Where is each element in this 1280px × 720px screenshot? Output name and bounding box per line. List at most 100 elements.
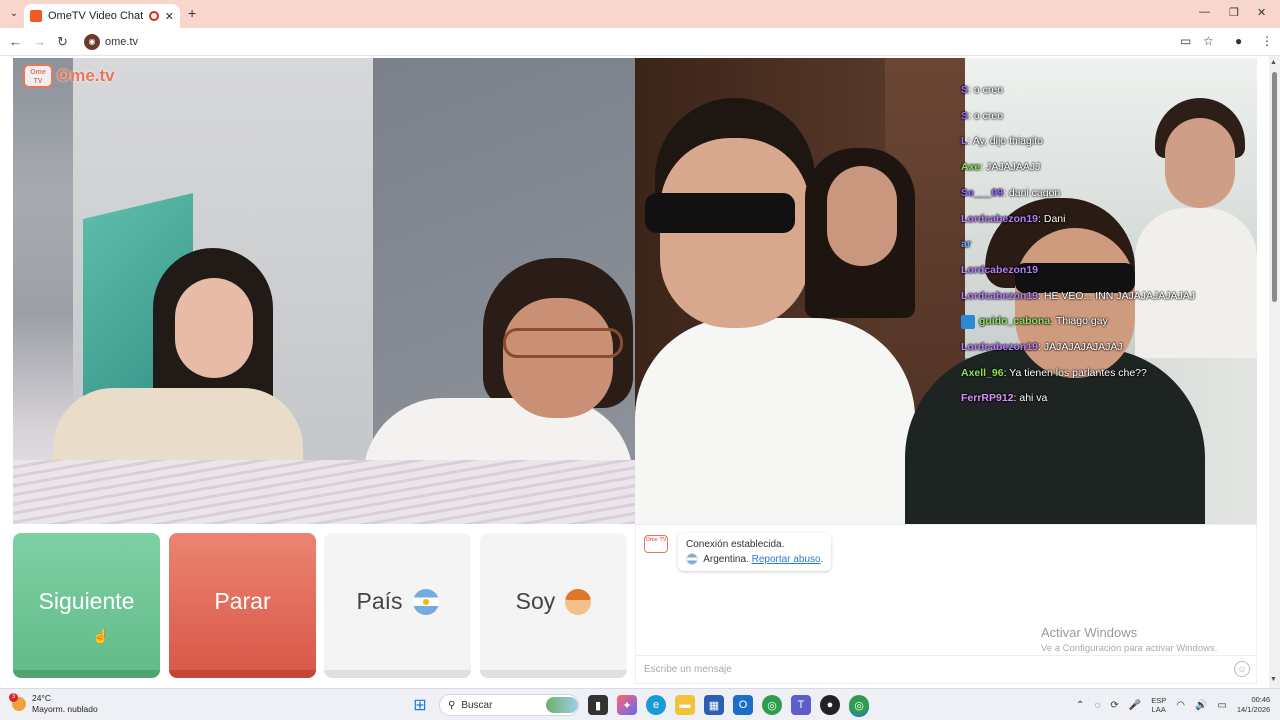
mic-icon[interactable]: 🎤 xyxy=(1129,700,1141,711)
wifi-icon[interactable]: ◠ xyxy=(1176,700,1185,711)
weather-icon: 3 xyxy=(9,693,26,711)
scroll-up-icon[interactable]: ▲ xyxy=(1270,59,1277,66)
windows-taskbar: 3 24°C Mayorm. nublado ⊞ ⚲ Buscar ▮ ✦ e … xyxy=(0,688,1280,720)
search-label: Buscar xyxy=(461,699,493,711)
report-suffix: . xyxy=(820,554,824,565)
overlay-username: ar xyxy=(961,238,971,251)
chat-input-bar: ☺ xyxy=(636,655,1256,683)
sync-icon[interactable]: ⟳ xyxy=(1110,700,1118,711)
hand-cursor-icon: ☝ xyxy=(92,628,110,644)
clock-date: 14/1/2026 xyxy=(1236,705,1271,714)
search-highlight-icon xyxy=(546,697,578,713)
scroll-thumb[interactable] xyxy=(1272,72,1277,302)
battery-icon[interactable]: ▭ xyxy=(1217,700,1226,711)
volume-icon[interactable]: 🔊 xyxy=(1195,700,1207,711)
stream-chat-overlay: S: o creo S: o creo L: Ay, dijo thiagito Ax… xyxy=(961,78,1251,412)
cast-icon[interactable]: ▭ xyxy=(1180,34,1191,48)
taskbar-search[interactable]: ⚲ Buscar xyxy=(439,694,579,716)
network-icon[interactable]: ◌ xyxy=(1094,700,1100,711)
page-scrollbar[interactable]: ▲ ▼ xyxy=(1269,56,1280,688)
close-window-icon[interactable]: ✕ xyxy=(1257,6,1266,19)
message-input[interactable] xyxy=(636,656,1216,682)
overlay-message: dani cagon xyxy=(1008,186,1061,199)
gender-label: Soy xyxy=(515,588,556,614)
tray-chevron-icon[interactable]: ⌃ xyxy=(1076,700,1084,711)
bookmark-star-icon[interactable]: ☆ xyxy=(1203,34,1214,48)
overlay-chat-line: S: o creo xyxy=(961,109,1004,122)
overlay-chat-line: Se___09: dani cagon xyxy=(961,186,1061,199)
overlay-message: o creo xyxy=(973,109,1004,122)
windows-start-icon[interactable]: ⊞ xyxy=(410,695,430,715)
overlay-chat-line: Axe: JAJAJAAJJ xyxy=(961,161,1041,174)
overlay-message: Ay, dijo thiagito xyxy=(972,135,1043,148)
outlook-icon[interactable]: O xyxy=(733,695,753,715)
overlay-username: Axe xyxy=(961,161,981,174)
emoji-icon[interactable]: ☺ xyxy=(1234,661,1250,677)
overlay-message: o creo xyxy=(973,84,1004,96)
overlay-message: Ya tienen los parlantes che?? xyxy=(1009,366,1147,379)
reload-icon[interactable]: ↻ xyxy=(57,34,68,50)
ometv-logo[interactable]: Ome TV Ome.tv xyxy=(23,64,115,88)
restore-icon[interactable]: ❐ xyxy=(1229,6,1239,19)
copilot-icon[interactable]: ✦ xyxy=(617,695,637,715)
gender-button[interactable]: Soy xyxy=(480,533,627,678)
argentina-flag-icon xyxy=(686,553,698,566)
language-indicator[interactable]: ESP LAA xyxy=(1151,696,1166,714)
overlay-chat-line: FerrRP912: ahi va xyxy=(961,392,1048,405)
overlay-username: Lordcabezon19 xyxy=(961,212,1039,225)
new-tab-button[interactable]: + xyxy=(188,5,196,21)
overlay-message: HE VEO... INN JAJAJAJAJAJAJ xyxy=(1043,289,1195,302)
clock[interactable]: 00:46 14/1/2026 xyxy=(1237,695,1270,715)
overlay-chat-line: S: o creo xyxy=(961,84,1004,96)
url-field[interactable]: ome.tv xyxy=(105,36,138,48)
clock-time: 00:46 xyxy=(1251,695,1271,704)
bed-sheet xyxy=(13,460,635,524)
overlay-username: Lordcabezon19 xyxy=(961,289,1039,302)
tab-search-icon[interactable]: ⌄ xyxy=(6,6,22,22)
minimize-icon[interactable]: — xyxy=(1199,6,1210,18)
overlay-username: Lordcabezon19 xyxy=(961,341,1039,354)
more-menu-icon[interactable]: ⋮ xyxy=(1261,34,1273,48)
search-icon: ⚲ xyxy=(448,699,456,711)
overlay-message: JAJAJAJAJAJAJ xyxy=(1043,341,1123,354)
profile-avatar-icon[interactable]: ● xyxy=(1235,34,1242,48)
task-view-icon[interactable]: ▮ xyxy=(588,695,608,715)
teams-icon[interactable]: T xyxy=(791,695,811,715)
overlay-chat-line: Axell_96: Ya tienen los parlantes che?? xyxy=(961,366,1147,379)
chrome-active-icon[interactable]: ◎ xyxy=(849,695,869,715)
country-button[interactable]: País xyxy=(324,533,471,678)
overlay-message: ahi va xyxy=(1019,392,1048,405)
boy-emoji-icon xyxy=(565,588,592,615)
site-info-icon[interactable]: ◉ xyxy=(84,34,100,50)
local-video: Ome TV Ome.tv xyxy=(13,58,635,524)
stop-button[interactable]: Parar xyxy=(169,533,316,678)
close-tab-icon[interactable]: ✕ xyxy=(165,10,174,23)
overlay-chat-line: Lordcabezon19: HE VEO... INN JAJAJAJAJAJ… xyxy=(961,289,1195,302)
next-button[interactable]: Siguiente xyxy=(13,533,160,678)
weather-widget[interactable]: 3 24°C Mayorm. nublado xyxy=(9,693,98,715)
chat-panel: Ome TV Conexión establecida. Argentina. … xyxy=(635,524,1257,684)
overlay-username: guido_cabona xyxy=(979,315,1051,328)
app-icon[interactable]: ● xyxy=(820,695,840,715)
edge-icon[interactable]: e xyxy=(646,695,666,715)
file-explorer-icon[interactable]: ▬ xyxy=(675,695,695,715)
overlay-chat-line: guido_cabona: Thiago gay xyxy=(961,309,1251,335)
address-bar: ← → ↻ ◉ ome.tv ▭ ☆ ● ⋮ xyxy=(0,28,1280,56)
browser-tab[interactable]: OmeTV Video Chat — Ome ✕ xyxy=(24,4,180,28)
activate-windows-title: Activar Windows xyxy=(1041,625,1138,640)
scroll-down-icon[interactable]: ▼ xyxy=(1270,676,1277,683)
report-abuse-link[interactable]: Reportar abuso xyxy=(752,554,821,565)
tab-title: OmeTV Video Chat — Ome xyxy=(48,10,143,22)
back-icon[interactable]: ← xyxy=(9,34,22,49)
store-icon[interactable]: ▦ xyxy=(704,695,724,715)
stop-label: Parar xyxy=(214,588,271,614)
activate-windows-subtitle: Ve a Configuración para activar Windows. xyxy=(1041,643,1218,654)
overlay-username: Lordcabezon19 xyxy=(961,263,1039,276)
forward-icon[interactable]: → xyxy=(33,34,46,49)
chrome-icon[interactable]: ◎ xyxy=(762,695,782,715)
connection-status: Conexión establecida. xyxy=(686,539,785,550)
overlay-message: JAJAJAAJJ xyxy=(986,161,1041,174)
tv-icon: Ome TV xyxy=(23,64,53,88)
lang-line-1: ESP xyxy=(1151,696,1167,705)
partner-country: Argentina. xyxy=(703,554,749,565)
